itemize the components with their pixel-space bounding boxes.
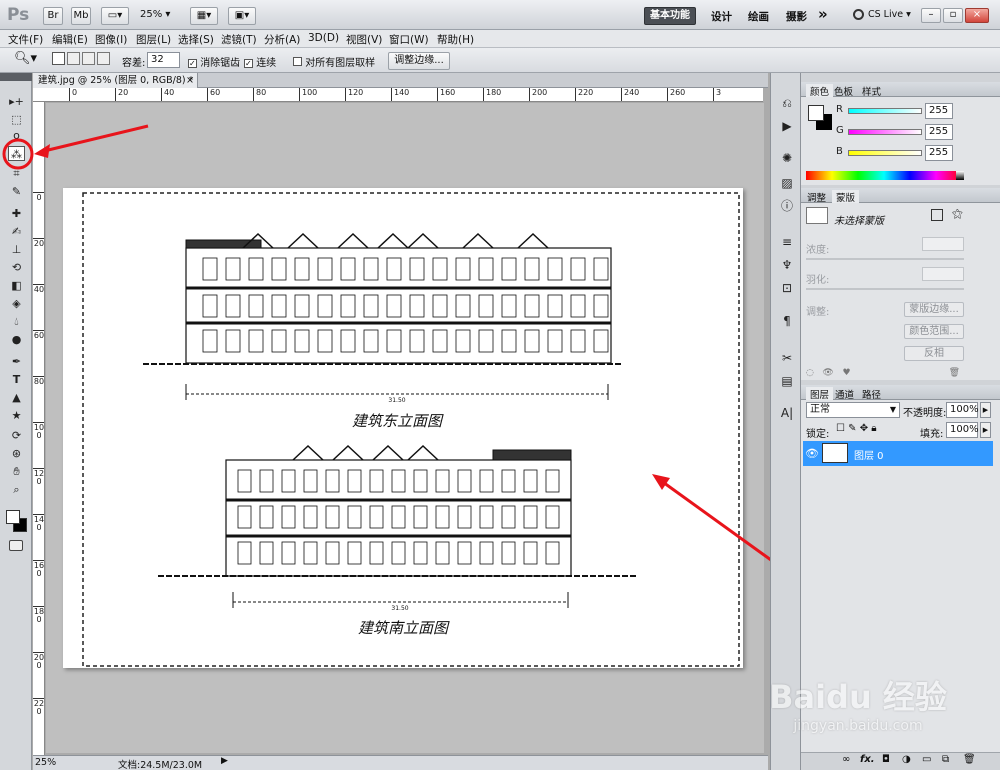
tab-masks[interactable]: 蒙版 — [832, 190, 860, 204]
tab-swatches[interactable]: 色板 — [834, 84, 853, 98]
r-slider[interactable] — [848, 108, 922, 114]
history-panel-icon[interactable]: ⎌ — [778, 95, 796, 112]
no-mask-selected-label: 未选择蒙版 — [834, 216, 884, 227]
visibility-eye-icon[interactable]: 👁︎ — [805, 447, 819, 460]
3d-panel-icon[interactable]: ✺ — [778, 150, 796, 167]
brush-presets-panel-icon[interactable]: ≡ — [778, 234, 796, 251]
annotation-arrowhead — [34, 144, 50, 158]
opacity-label: 不透明度: — [903, 408, 947, 419]
opacity-arrow[interactable]: ▶ — [980, 402, 991, 418]
baidu-watermark: Baidu 经验 jingyan.baidu.com — [768, 672, 948, 752]
lock-label: 锁定: — [806, 429, 830, 440]
paragraph-panel-icon[interactable]: ¶ — [778, 313, 796, 330]
feather-label: 羽化: — [806, 275, 830, 286]
new-layer-icon[interactable]: ⧉ — [942, 754, 949, 765]
annotation-arrowhead — [652, 474, 670, 490]
vector-mask-icon[interactable]: ⚝ — [952, 207, 963, 221]
density-label: 浓度: — [806, 245, 830, 256]
lock-icons[interactable]: ☐ ✎ ✥ 🔒︎ — [836, 423, 877, 434]
tool-presets-panel-icon[interactable]: ⊡ — [778, 280, 796, 297]
blend-mode-select[interactable]: 正常 ▼ — [806, 402, 900, 418]
fill-input[interactable]: 100% — [946, 422, 979, 438]
fg-color-preview[interactable] — [808, 105, 824, 121]
feather-slider[interactable] — [806, 288, 964, 290]
spectrum-black-white[interactable] — [956, 171, 964, 180]
color-range-button[interactable]: 颜色范围... — [904, 324, 964, 339]
feather-field[interactable] — [922, 267, 964, 281]
tab-styles[interactable]: 样式 — [862, 84, 881, 98]
g-slider[interactable] — [848, 129, 922, 135]
layer-style-icon[interactable]: fx. — [860, 754, 875, 765]
annotation-arrow — [39, 124, 149, 154]
r-label: R — [836, 104, 843, 115]
clone-source-panel-icon[interactable]: ♆ — [778, 257, 796, 274]
tab-channels[interactable]: 通道 — [835, 387, 854, 401]
r-value[interactable]: 255 — [925, 103, 953, 119]
tab-paths[interactable]: 路径 — [862, 387, 881, 401]
fill-label: 填充: — [920, 429, 944, 440]
add-mask-icon[interactable]: ◘ — [882, 754, 890, 765]
b-value[interactable]: 255 — [925, 145, 953, 161]
refine-label: 调整: — [806, 307, 830, 318]
notes-panel-icon[interactable]: ▤ — [778, 373, 796, 390]
watermark-url: jingyan.baidu.com — [793, 718, 923, 734]
delete-layer-icon[interactable]: 🗑︎ — [963, 754, 976, 765]
actions-panel-icon[interactable]: ▶ — [778, 118, 796, 135]
mask-edge-button[interactable]: 蒙版边缘... — [904, 302, 964, 317]
opacity-input[interactable]: 100% — [946, 402, 979, 418]
layer-thumbnail — [822, 443, 848, 463]
info-panel-icon[interactable]: ⓘ — [778, 198, 796, 215]
mask-footer-icons: ◌ 👁︎ ♥ 🗑︎ — [806, 368, 960, 378]
adjustment-layer-icon[interactable]: ◑ — [902, 754, 911, 765]
b-label: B — [836, 146, 843, 157]
link-layers-icon[interactable]: ∞ — [842, 754, 850, 765]
watermark-brand: Baidu 经验 — [769, 678, 947, 716]
layer-name[interactable]: 图层 0 — [854, 447, 884, 462]
histogram-panel-icon[interactable]: ▨ — [778, 175, 796, 192]
g-value[interactable]: 255 — [925, 124, 953, 140]
color-spectrum-bar[interactable] — [806, 171, 962, 180]
mask-thumbnail — [806, 207, 828, 224]
mask-panel-tabs — [801, 188, 1000, 203]
tools-panel-icon[interactable]: ✂ — [778, 350, 796, 367]
tab-color[interactable]: 颜色 — [806, 84, 834, 98]
annotation-circle — [2, 138, 34, 170]
fill-arrow[interactable]: ▶ — [980, 422, 991, 438]
g-label: G — [836, 125, 844, 136]
foreground-color-swatch[interactable] — [6, 510, 20, 524]
invert-button[interactable]: 反相 — [904, 346, 964, 361]
pixel-mask-icon[interactable] — [931, 209, 943, 221]
character-panel-icon[interactable]: A| — [778, 405, 796, 422]
mask-panel-body — [801, 203, 1000, 380]
new-group-icon[interactable]: ▭ — [922, 754, 931, 765]
b-slider[interactable] — [848, 150, 922, 156]
tab-layers[interactable]: 图层 — [806, 387, 834, 401]
tab-adjustments[interactable]: 调整 — [807, 190, 826, 204]
density-slider[interactable] — [806, 258, 964, 260]
density-field[interactable] — [922, 237, 964, 251]
